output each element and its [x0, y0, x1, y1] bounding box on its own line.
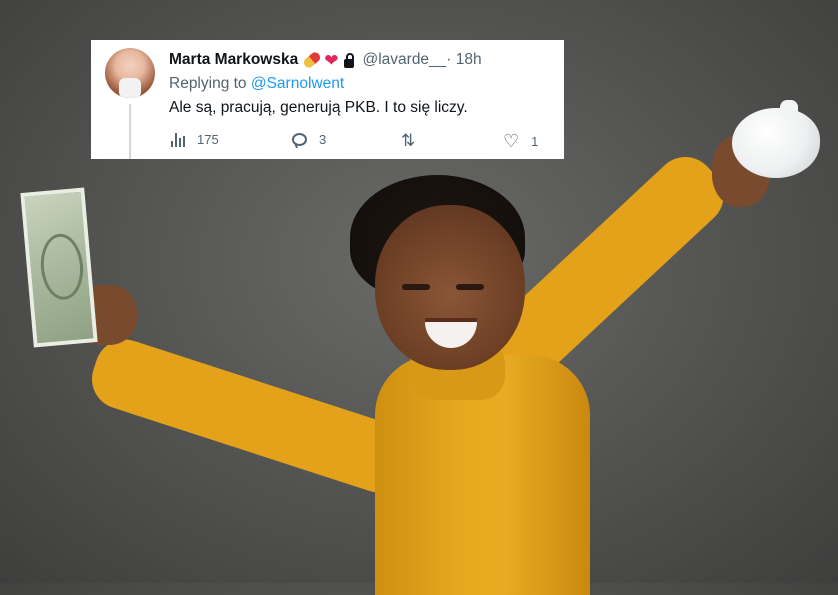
mention-link[interactable]: @Sarnolwent: [251, 75, 344, 92]
tweet-time[interactable]: · 18h: [446, 51, 481, 69]
author-handle[interactable]: @lavarde__: [362, 51, 446, 69]
reply-count: 3: [319, 132, 327, 147]
child-left-eye: [402, 284, 430, 290]
pill-icon: [302, 50, 323, 70]
reply-button[interactable]: 3: [292, 132, 326, 147]
lock-icon: [344, 52, 355, 68]
author-name[interactable]: Marta Markowska: [169, 51, 298, 69]
avatar[interactable]: [105, 48, 155, 98]
tweet-text: Ale są, pracują, generują PKB. I to się …: [169, 99, 468, 116]
replying-prefix: Replying to: [169, 75, 251, 92]
reply-icon: [292, 133, 307, 146]
red-heart-icon: ❤: [324, 50, 339, 70]
tweet-header: Marta Markowska ❤ @lavarde__ · 18h: [169, 50, 482, 70]
like-button[interactable]: ♡ 1: [503, 132, 538, 150]
retweet-button[interactable]: ⇅: [401, 132, 427, 149]
views-count: 175: [197, 132, 219, 147]
piggy-bank-image: [732, 100, 820, 178]
replying-to-line: Replying to @Sarnolwent: [169, 75, 344, 93]
tweet-card: Marta Markowska ❤ @lavarde__ · 18h Reply…: [91, 40, 564, 159]
thread-line: [129, 104, 131, 159]
dollar-bill-image: [20, 187, 98, 348]
child-right-eye: [456, 284, 484, 290]
tweet-actions: 175 3 ⇅ ♡ 1: [171, 132, 551, 152]
child-left-arm: [84, 331, 420, 501]
like-heart-icon: ♡: [503, 131, 520, 151]
analytics-icon: [171, 132, 185, 147]
views-button[interactable]: 175: [171, 132, 219, 147]
retweet-icon: ⇅: [401, 131, 416, 150]
like-count: 1: [531, 133, 539, 149]
